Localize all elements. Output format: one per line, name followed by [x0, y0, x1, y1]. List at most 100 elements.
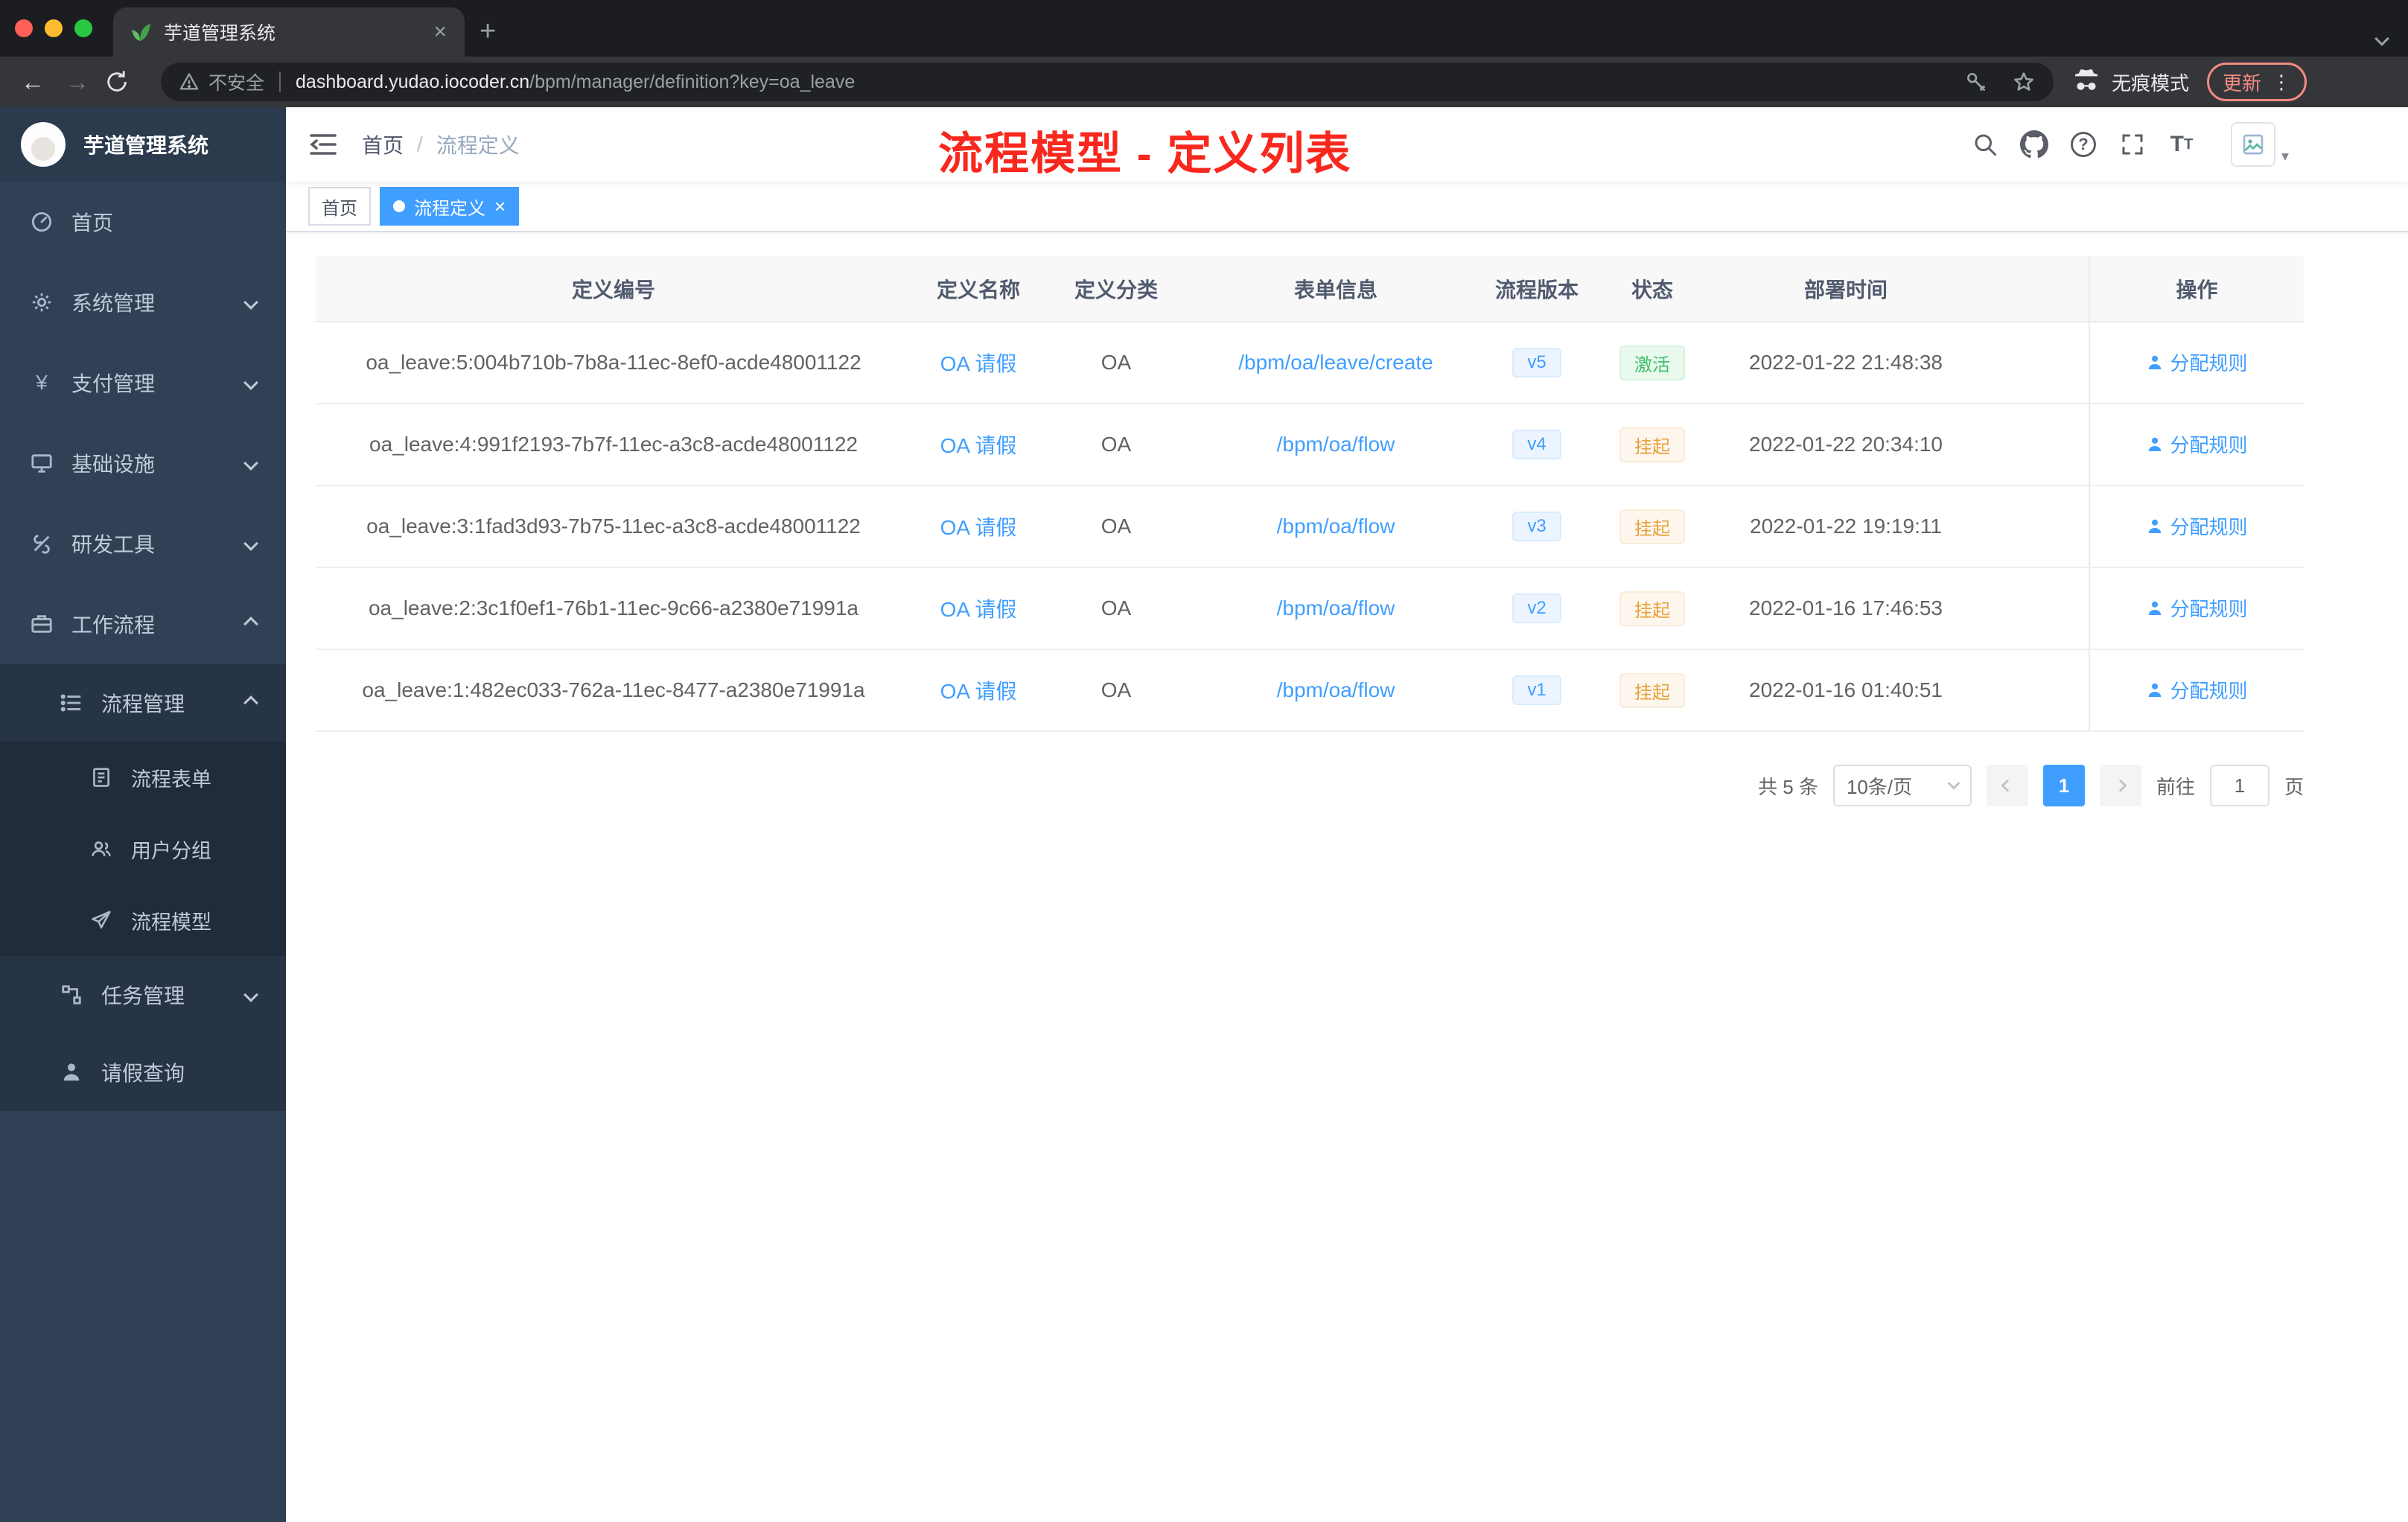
- chevron-up-icon: [243, 617, 258, 631]
- goto-page-input[interactable]: [2209, 765, 2270, 806]
- cell-id: oa_leave:4:991f2193-7b7f-11ec-a3c8-acde4…: [316, 404, 911, 486]
- bookmark-star-icon[interactable]: [2012, 70, 2036, 94]
- update-chip[interactable]: 更新 ⋮: [2206, 63, 2307, 101]
- sidebar-item-process-form[interactable]: 流程表单: [0, 742, 286, 813]
- definition-name-link[interactable]: OA 请假: [940, 680, 1017, 703]
- update-label[interactable]: 更新: [2223, 69, 2261, 96]
- sidebar-item-process-model[interactable]: 流程模型: [0, 885, 286, 956]
- github-icon[interactable]: [2019, 130, 2049, 159]
- table-header-row: 定义编号 定义名称 定义分类 表单信息 流程版本 状态 部署时间 操作: [316, 256, 2304, 322]
- url-host: dashboard.yudao.iocoder.cn: [296, 71, 530, 92]
- col-definition-id: 定义编号: [316, 256, 911, 322]
- definition-name-link[interactable]: OA 请假: [940, 352, 1017, 375]
- tab-close-icon[interactable]: ×: [430, 19, 450, 45]
- process-management-submenu: 流程表单 用户分组 流程模型: [0, 742, 286, 956]
- password-key-icon[interactable]: [1964, 70, 1988, 94]
- incognito-badge: 无痕模式: [2071, 67, 2189, 97]
- page-unit-label: 页: [2284, 775, 2304, 798]
- tag-close-icon[interactable]: ×: [494, 197, 506, 216]
- paper-plane-icon: [89, 908, 113, 932]
- assign-rule-link[interactable]: 分配规则: [2146, 512, 2248, 540]
- security-warning-icon[interactable]: [179, 71, 200, 92]
- version-tag: v1: [1512, 675, 1561, 705]
- prev-page-button[interactable]: [1986, 765, 2028, 806]
- status-badge: 挂起: [1619, 509, 1685, 544]
- form-link[interactable]: /bpm/oa/flow: [1277, 678, 1395, 701]
- forward-button[interactable]: →: [60, 70, 95, 94]
- minimize-window-button[interactable]: [45, 19, 63, 37]
- chevron-down-icon: [243, 536, 258, 551]
- goto-label: 前往: [2156, 775, 2195, 798]
- browser-menu-icon[interactable]: ⋮: [2272, 72, 2291, 92]
- close-window-button[interactable]: [15, 19, 33, 37]
- form-link[interactable]: /bpm/oa/flow: [1277, 433, 1395, 456]
- caret-down-icon: ▾: [2281, 148, 2289, 165]
- new-tab-button[interactable]: +: [480, 16, 496, 48]
- breadcrumb-home[interactable]: 首页: [362, 130, 404, 159]
- sidebar-item-workflow[interactable]: 工作流程: [0, 584, 286, 664]
- search-icon[interactable]: [1970, 130, 2000, 159]
- form-link[interactable]: /bpm/oa/leave/create: [1238, 351, 1433, 374]
- tag-process-definition[interactable]: 流程定义 ×: [380, 187, 520, 226]
- sidebar-item-home[interactable]: 首页: [0, 182, 286, 262]
- sidebar-item-system[interactable]: 系统管理: [0, 262, 286, 343]
- version-tag: v2: [1512, 593, 1561, 623]
- col-definition-category: 定义分类: [1045, 256, 1187, 322]
- font-size-icon[interactable]: TT: [2167, 130, 2197, 159]
- cell-category: OA: [1045, 485, 1187, 568]
- browser-tab[interactable]: 芋道管理系统 ×: [113, 7, 465, 57]
- chevron-up-icon: [243, 695, 258, 710]
- back-button[interactable]: ←: [15, 70, 51, 94]
- next-page-button[interactable]: [2099, 765, 2141, 806]
- sidebar-item-task-management[interactable]: 任务管理: [0, 956, 286, 1034]
- tag-home[interactable]: 首页: [308, 187, 371, 226]
- definition-name-link[interactable]: OA 请假: [940, 598, 1017, 621]
- col-actions: 操作: [2089, 256, 2304, 322]
- help-icon[interactable]: ?: [2068, 130, 2098, 159]
- cell-id: oa_leave:2:3c1f0ef1-76b1-11ec-9c66-a2380…: [316, 567, 911, 650]
- tools-icon: [30, 532, 54, 555]
- assign-rule-link[interactable]: 分配规则: [2146, 430, 2248, 458]
- page-size-select[interactable]: 10条/页: [1832, 765, 1972, 806]
- col-form-info: 表单信息: [1187, 256, 1485, 322]
- sidebar-item-infrastructure[interactable]: 基础设施: [0, 423, 286, 503]
- logo-avatar: [21, 122, 66, 167]
- cell-time: 2022-01-22 20:34:10: [1716, 404, 1976, 486]
- person-icon: [60, 1060, 83, 1084]
- tab-search-icon[interactable]: [2374, 22, 2389, 50]
- browser-tabstrip: 芋道管理系统 × +: [0, 0, 2408, 57]
- assign-rule-link[interactable]: 分配规则: [2146, 594, 2248, 622]
- address-bar[interactable]: 不安全 dashboard.yudao.iocoder.cn /bpm/mana…: [161, 63, 2054, 101]
- incognito-label: 无痕模式: [2111, 71, 2189, 95]
- app-logo: 芋道管理系统: [0, 107, 286, 182]
- zoom-window-button[interactable]: [74, 19, 92, 37]
- version-tag: v3: [1512, 512, 1561, 541]
- site-favicon-icon: [128, 20, 152, 44]
- definition-name-link[interactable]: OA 请假: [940, 516, 1017, 539]
- pagination-total: 共 5 条: [1758, 775, 1818, 798]
- active-dot: [393, 200, 405, 212]
- sidebar-item-leave-query[interactable]: 请假查询: [0, 1034, 286, 1111]
- security-label: 不安全: [208, 73, 265, 94]
- user-avatar-menu[interactable]: ▾: [2230, 122, 2289, 167]
- collapse-sidebar-icon[interactable]: [308, 131, 338, 158]
- reload-button[interactable]: [104, 69, 140, 95]
- current-page-button[interactable]: 1: [2042, 765, 2085, 806]
- breadcrumb-separator: /: [417, 133, 423, 156]
- sidebar-item-process-management[interactable]: 流程管理: [0, 664, 286, 742]
- version-tag: v5: [1512, 348, 1561, 378]
- assign-rule-link[interactable]: 分配规则: [2146, 348, 2248, 376]
- definition-name-link[interactable]: OA 请假: [940, 434, 1017, 457]
- assign-rule-link[interactable]: 分配规则: [2146, 676, 2248, 704]
- sidebar-item-payment[interactable]: ¥ 支付管理: [0, 343, 286, 423]
- status-badge: 激活: [1619, 345, 1685, 380]
- cell-id: oa_leave:5:004b710b-7b8a-11ec-8ef0-acde4…: [316, 322, 911, 404]
- avatar[interactable]: [2230, 122, 2275, 167]
- sidebar-item-devtools[interactable]: 研发工具: [0, 503, 286, 584]
- monitor-icon: [30, 451, 54, 475]
- sidebar-item-user-group[interactable]: 用户分组: [0, 813, 286, 885]
- status-badge: 挂起: [1619, 672, 1685, 708]
- form-link[interactable]: /bpm/oa/flow: [1277, 515, 1395, 538]
- fullscreen-icon[interactable]: [2118, 130, 2147, 159]
- form-link[interactable]: /bpm/oa/flow: [1277, 596, 1395, 620]
